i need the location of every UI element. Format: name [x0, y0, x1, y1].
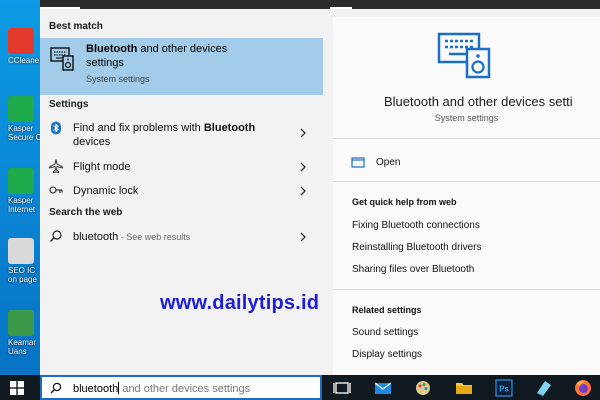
flight-mode-label: Flight mode	[73, 161, 131, 173]
best-match-item[interactable]: Bluetooth and other devices settings Sys…	[40, 38, 323, 95]
keamanan-icon	[8, 310, 34, 336]
desktop-icon-label: Kasper	[8, 124, 34, 133]
kaspersky-secure-icon	[8, 96, 34, 122]
related-link-display[interactable]: Display settings	[352, 349, 422, 360]
web-result-query: bluetooth	[73, 231, 119, 243]
troubleshoot-label: Find and fix problems with Bluetooth	[73, 121, 255, 135]
web-result-label: bluetooth - See web results	[73, 230, 190, 244]
firefox-icon[interactable]	[574, 379, 592, 397]
help-link-sharing[interactable]: Sharing files over Bluetooth	[352, 264, 474, 275]
chevron-right-icon[interactable]	[298, 184, 308, 198]
windows-start-icon[interactable]	[10, 381, 24, 395]
desktop-icon-label: Uans	[8, 347, 27, 356]
best-match-subtitle: System settings	[86, 74, 150, 84]
search-completion-text: and other devices settings	[119, 383, 251, 395]
tab-indicator	[330, 7, 352, 9]
desktop-icon-label: Internet	[8, 205, 36, 214]
bluetooth-icon	[51, 121, 61, 135]
desktop-icon-kaspersky-secure[interactable]: Kasper Secure C	[2, 96, 40, 142]
desktop-icon-label: SEO IC	[8, 266, 36, 275]
preview-pane: Bluetooth and other devices setti System…	[333, 17, 600, 375]
desktop-icon-keamanan[interactable]: Keamar Uans	[2, 310, 40, 356]
related-settings-header: Related settings	[352, 305, 422, 315]
file-explorer-icon[interactable]	[455, 379, 473, 397]
best-match-title-line2: settings	[86, 57, 124, 69]
search-web-header: Search the web	[49, 207, 123, 218]
related-link-sound[interactable]: Sound settings	[352, 327, 418, 338]
dynamic-lock-label: Dynamic lock	[73, 185, 139, 197]
divider	[333, 289, 600, 290]
ccleaner-icon	[8, 28, 34, 54]
bluetooth-devices-icon	[50, 47, 74, 71]
task-view-icon[interactable]	[333, 379, 351, 397]
watermark: www.dailytips.id	[160, 292, 320, 314]
results-list: Best match Bluetooth and other devices s…	[40, 9, 323, 375]
mail-icon[interactable]	[374, 379, 392, 397]
bluetooth-devices-large-icon	[437, 32, 491, 79]
web-result-suffix: - See web results	[118, 232, 191, 242]
search-icon	[50, 230, 62, 242]
search-typed-text: bluetooth	[73, 383, 119, 395]
airplane-icon	[49, 159, 63, 173]
divider	[333, 138, 600, 139]
desktop-icon-ccleaner[interactable]: CCleane	[2, 28, 40, 65]
notes-app-icon[interactable]	[535, 379, 553, 397]
best-match-title: Bluetooth and other devices	[86, 43, 227, 56]
taskbar-search-box[interactable]: bluetooth and other devices settings	[40, 375, 322, 400]
preview-subtitle: System settings	[434, 113, 499, 123]
photoshop-icon[interactable]: Ps	[495, 379, 513, 397]
key-icon	[49, 186, 63, 194]
help-link-fixing[interactable]: Fixing Bluetooth connections	[352, 220, 480, 231]
kaspersky-internet-icon	[8, 168, 34, 194]
chevron-right-icon[interactable]	[298, 230, 308, 244]
settings-item-dynamic-lock[interactable]: Dynamic lock	[40, 181, 323, 201]
search-icon	[50, 382, 62, 394]
desktop-icon-label: Secure C	[8, 133, 40, 142]
desktop-icon-label: CCleane	[8, 56, 40, 65]
seo-icon	[8, 238, 34, 264]
best-match-title-bold: Bluetooth	[86, 43, 138, 55]
desktop-icons-strip: CCleane Kasper Secure C Kasper Internet …	[0, 0, 40, 375]
desktop-icon-seo[interactable]: SEO IC on page	[2, 238, 40, 284]
divider	[333, 181, 600, 182]
desktop-icon-label: on page	[8, 275, 37, 284]
settings-item-troubleshoot[interactable]: Find and fix problems with Bluetooth dev…	[40, 117, 323, 153]
open-icon	[351, 157, 365, 168]
desktop-icon-label: Keamar	[8, 338, 37, 347]
settings-item-flight-mode[interactable]: Flight mode	[40, 157, 323, 177]
paint-icon[interactable]	[414, 379, 432, 397]
panel-top-strip	[40, 0, 600, 9]
chevron-right-icon[interactable]	[298, 160, 308, 174]
quick-help-header: Get quick help from web	[352, 197, 457, 207]
troubleshoot-label-pre: Find and fix problems with	[73, 122, 204, 134]
troubleshoot-label-line2: devices	[73, 136, 111, 148]
preview-title: Bluetooth and other devices setti	[384, 94, 573, 109]
chevron-right-icon[interactable]	[298, 126, 308, 140]
search-panel: Best match Bluetooth and other devices s…	[40, 0, 600, 375]
help-link-reinstalling[interactable]: Reinstalling Bluetooth drivers	[352, 242, 482, 253]
desktop-icon-kaspersky-internet[interactable]: Kasper Internet	[2, 168, 40, 214]
troubleshoot-label-bold: Bluetooth	[203, 122, 256, 134]
search-input[interactable]: bluetooth and other devices settings	[73, 382, 250, 395]
svg-text:Ps: Ps	[499, 385, 509, 394]
desktop-icon-label: Kasper	[8, 196, 34, 205]
best-match-header: Best match	[49, 21, 103, 32]
best-match-title-rest: and other devices	[137, 43, 228, 55]
settings-header: Settings	[49, 99, 89, 110]
open-button[interactable]: Open	[376, 157, 400, 168]
web-result-item[interactable]: bluetooth - See web results	[40, 227, 323, 247]
